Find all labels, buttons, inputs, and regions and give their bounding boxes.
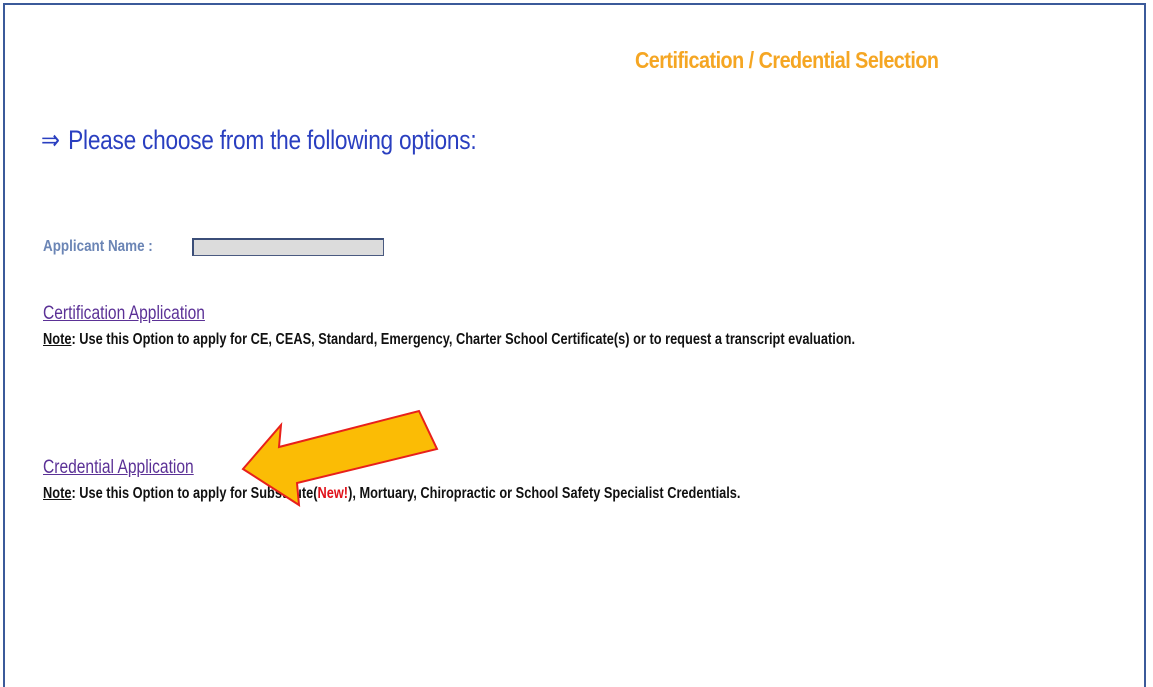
applicant-name-label: Applicant Name :	[43, 238, 153, 255]
applicant-row: Applicant Name :	[43, 238, 384, 256]
instruction: ⇒ Please choose from the following option…	[41, 125, 477, 156]
certification-section: Certification Application Note: Use this…	[43, 303, 1058, 349]
note-label: Note	[43, 485, 72, 502]
certification-note: Note: Use this Option to apply for CE, C…	[43, 331, 855, 349]
callout-arrow-shape	[241, 409, 439, 507]
double-right-arrow-icon: ⇒	[41, 125, 60, 155]
page-title: Certification / Credential Selection	[635, 47, 939, 73]
certification-note-text: : Use this Option to apply for CE, CEAS,…	[71, 331, 856, 348]
page-frame: Certification / Credential Selection ⇒ Pl…	[3, 3, 1146, 687]
credential-application-link[interactable]: Credential Application	[43, 457, 194, 479]
credential-section: Credential Application Note: Use this Op…	[43, 457, 915, 503]
instruction-text: Please choose from the following options…	[68, 125, 477, 155]
applicant-name-field[interactable]	[192, 238, 384, 256]
certification-application-link[interactable]: Certification Application	[43, 303, 205, 325]
note-label: Note	[43, 331, 72, 348]
callout-arrow-icon	[241, 409, 439, 507]
